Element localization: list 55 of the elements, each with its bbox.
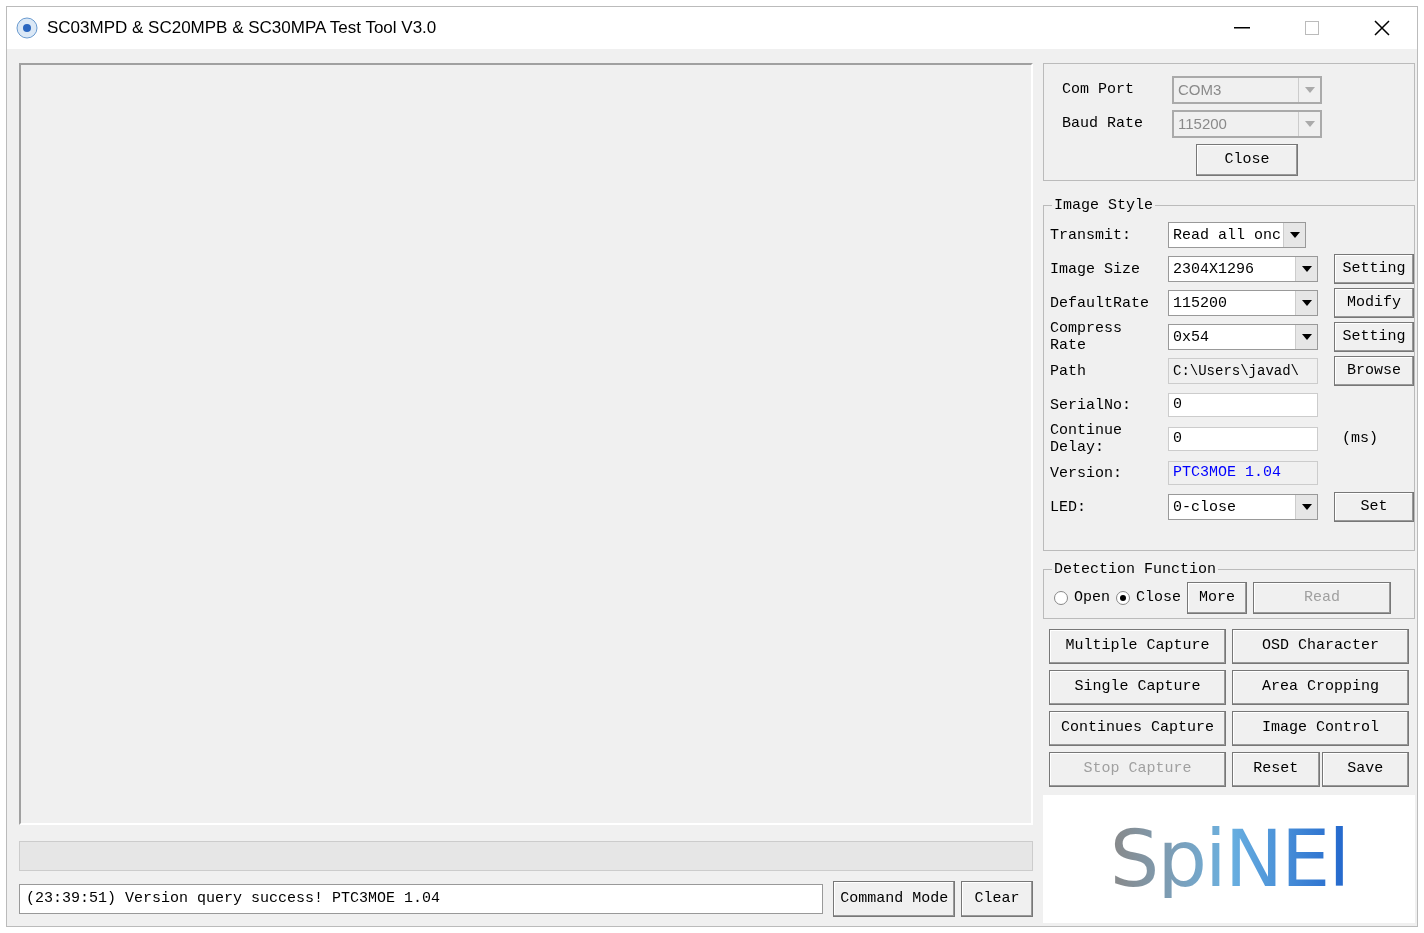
- button[interactable]: Image Control: [1232, 711, 1409, 746]
- radio-button[interactable]: Close: [1116, 586, 1182, 610]
- dropdown-button[interactable]: [1295, 495, 1317, 519]
- button[interactable]: Setting: [1334, 254, 1414, 284]
- caret-icon: [1304, 121, 1315, 127]
- field-label: Image Size: [1050, 260, 1141, 278]
- button[interactable]: Browse: [1334, 356, 1414, 386]
- dropdown-button[interactable]: [1283, 223, 1305, 247]
- dropdown[interactable]: 2304X1296: [1168, 256, 1318, 282]
- button[interactable]: Clear: [961, 881, 1033, 917]
- input-field[interactable]: 0: [1168, 427, 1318, 451]
- dropdown-button[interactable]: [1295, 257, 1317, 281]
- button[interactable]: Set: [1334, 492, 1414, 522]
- button[interactable]: Single Capture: [1049, 670, 1226, 705]
- dropdown[interactable]: Read all onc: [1168, 222, 1306, 248]
- button[interactable]: More: [1187, 582, 1248, 614]
- dropdown[interactable]: 115200: [1168, 290, 1318, 316]
- field-label: Path: [1050, 362, 1087, 380]
- caret-icon: [1301, 300, 1312, 306]
- dropdown-button[interactable]: [1295, 291, 1317, 315]
- caret-icon: [1304, 87, 1315, 93]
- path-field[interactable]: C:\Users\javad\: [1168, 358, 1318, 384]
- field-label: LED:: [1050, 498, 1087, 516]
- caret-icon: [1301, 504, 1312, 510]
- version-field: PTC3MOE 1.04: [1168, 461, 1318, 485]
- input-field[interactable]: 0: [1168, 393, 1318, 417]
- caret-icon: [1289, 232, 1300, 238]
- caret-icon: [1301, 334, 1312, 340]
- unit-label: (ms): [1342, 428, 1378, 449]
- field-label: Continue Delay:: [1050, 422, 1123, 456]
- button[interactable]: Command Mode: [833, 881, 956, 917]
- field-label: Baud Rate: [1062, 113, 1144, 134]
- dropdown-button[interactable]: [1295, 325, 1317, 349]
- window-title: SC03MPD & SC20MPB & SC30MPA Test Tool V3.0: [47, 17, 437, 40]
- button[interactable]: Multiple Capture: [1049, 629, 1226, 664]
- button[interactable]: Continues Capture: [1049, 711, 1226, 746]
- field-label: DefaultRate: [1050, 294, 1151, 312]
- field-label: Transmit:: [1050, 226, 1132, 244]
- dropdown[interactable]: 0x54: [1168, 324, 1318, 350]
- button[interactable]: Setting: [1334, 322, 1414, 352]
- app-icon: [15, 16, 39, 40]
- button[interactable]: Reset: [1232, 752, 1320, 787]
- caret-icon: [1301, 266, 1312, 272]
- field-label: Compress Rate: [1050, 320, 1123, 354]
- button[interactable]: OSD Character: [1232, 629, 1409, 664]
- button[interactable]: Area Cropping: [1232, 670, 1409, 705]
- button[interactable]: Save: [1321, 752, 1409, 787]
- radio-button[interactable]: Open: [1054, 586, 1110, 610]
- field-label: Version:: [1050, 464, 1123, 482]
- dropdown[interactable]: 0-close: [1168, 494, 1318, 520]
- button[interactable]: Modify: [1334, 288, 1414, 318]
- field-label: Com Port: [1062, 79, 1135, 100]
- field-label: SerialNo:: [1050, 396, 1132, 414]
- log-field[interactable]: (23:39:51) Version query success! PTC3MOE 1.04: [19, 884, 824, 914]
- button[interactable]: Close: [1196, 144, 1298, 176]
